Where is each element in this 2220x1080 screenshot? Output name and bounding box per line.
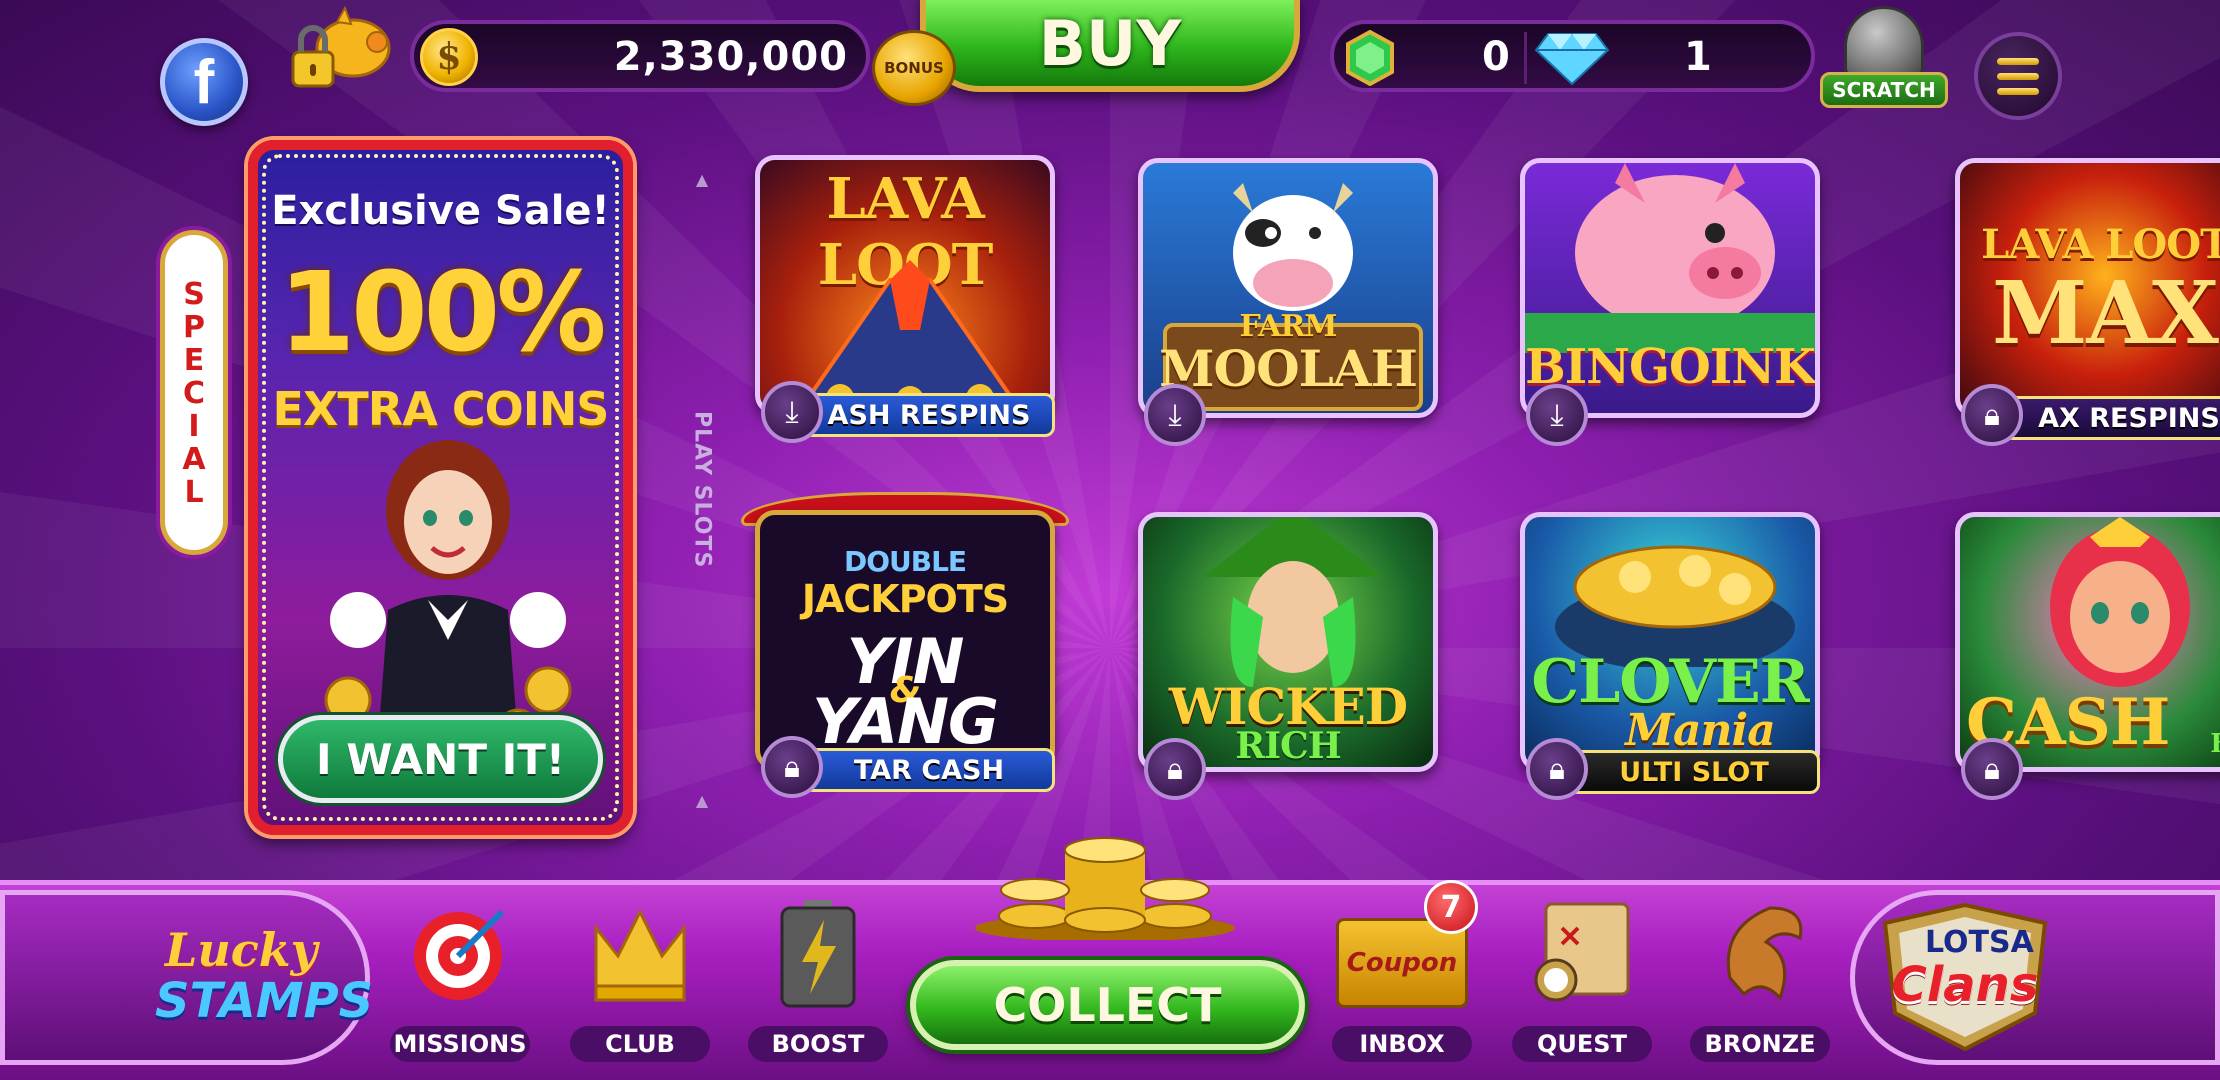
game-art: CLOVER Mania: [1520, 512, 1820, 772]
club-label: CLUB: [570, 1026, 710, 1062]
facebook-icon: f: [193, 47, 215, 117]
target-icon: [414, 909, 505, 1000]
quest-button[interactable]: QUEST: [1512, 898, 1652, 1068]
gem-divider: [1524, 32, 1527, 84]
piggy-bank-lock-icon[interactable]: [285, 6, 395, 98]
sale-title: Exclusive Sale!: [271, 188, 610, 234]
game-art: DOUBLE JACKPOTS YIN & YANG: [755, 510, 1055, 770]
game-tile-farm-moolah[interactable]: FARM MOOLAH ⤓: [1138, 158, 1438, 446]
game-tag: ULTI SLOT: [1568, 750, 1820, 794]
bronze-button[interactable]: BRONZE: [1690, 898, 1830, 1068]
battery-bolt-icon: [780, 900, 856, 1008]
lucky-stamps-line2: STAMPS: [155, 973, 374, 1029]
quest-label: QUEST: [1512, 1026, 1652, 1062]
witch-icon: [1203, 517, 1383, 687]
missions-button[interactable]: MISSIONS: [390, 898, 530, 1068]
hostess-illustration: [324, 440, 572, 740]
diamond-icon: [1534, 33, 1610, 86]
scratch-label: SCRATCH: [1820, 72, 1948, 108]
fairy-icon: [2050, 517, 2190, 687]
boost-label: BOOST: [748, 1026, 888, 1062]
special-ribbon: SPECIAL: [160, 230, 228, 555]
lock-icon[interactable]: 🔒︎: [1144, 738, 1206, 800]
menu-line: [1997, 87, 2039, 95]
club-button[interactable]: CLUB: [570, 898, 710, 1068]
coin-balance: 2,330,000: [613, 34, 848, 80]
lock-icon[interactable]: 🔒︎: [1961, 738, 2023, 800]
boost-button[interactable]: BOOST: [748, 898, 888, 1068]
treasure-map-icon: [1534, 902, 1630, 1002]
game-tag: AX RESPINS: [2003, 396, 2220, 440]
missions-label: MISSIONS: [390, 1026, 530, 1062]
menu-line: [1997, 72, 2039, 80]
inbox-label: INBOX: [1332, 1026, 1472, 1062]
lotsa-clans-button[interactable]: LOTSA Clans: [1850, 890, 2220, 1065]
play-slots-label: PLAY SLOTS: [689, 411, 715, 569]
top-bar: f $ 2,330,000 BUY BONUS 0 1 SCRATCH: [0, 0, 2220, 126]
lock-icon[interactable]: 🔒︎: [1526, 738, 1588, 800]
pot-of-gold-icon: [1555, 545, 1795, 667]
clans-label: Clans: [1891, 957, 2039, 1013]
scratch-button[interactable]: SCRATCH: [1820, 6, 1948, 110]
lock-icon: [1844, 6, 1924, 78]
game-art: FARM MOOLAH: [1138, 158, 1438, 418]
lucky-stamps-button[interactable]: Lucky STAMPS: [0, 890, 374, 1065]
game-title-line1: LAVA LOOT: [1981, 221, 2220, 268]
download-icon[interactable]: ⤓: [1526, 384, 1588, 446]
game-tile-cash-be[interactable]: CASH BE 🔒︎: [1955, 512, 2220, 800]
inbox-count-badge: 7: [1424, 880, 1478, 934]
gem-balance-bar[interactable]: 0 1: [1330, 20, 1815, 92]
download-icon[interactable]: ⤓: [1144, 384, 1206, 446]
lock-icon[interactable]: 🔒︎: [1961, 384, 2023, 446]
game-tile-yin-yang[interactable]: DOUBLE JACKPOTS YIN & YANG TAR CASH 🔒︎: [741, 492, 1069, 798]
exclusive-sale-card[interactable]: Exclusive Sale! 100% EXTRA COINS I WANT …: [248, 140, 633, 835]
dolphin-emblem-icon: [1726, 906, 1803, 1001]
sale-subtitle: EXTRA COINS: [272, 382, 610, 436]
collect-button[interactable]: COLLECT: [910, 960, 1305, 1050]
arrow-up-icon: ▲: [695, 170, 709, 189]
game-tile-lava-loot-max[interactable]: LAVA LOOT MAX AX RESPINS 🔒︎: [1955, 158, 2220, 446]
sale-percent: 100%: [278, 248, 607, 376]
arrow-down-icon: ▲: [695, 790, 709, 810]
game-tag: ASH RESPINS: [803, 393, 1055, 437]
game-title-line2: MAX: [1992, 263, 2219, 364]
game-art: WICKED RICH: [1138, 512, 1438, 772]
lotsa-label: LOTSA: [1925, 925, 2034, 960]
pig-icon: [1575, 163, 1775, 331]
lock-icon[interactable]: 🔒︎: [761, 736, 823, 798]
lucky-stamps-line1: Lucky: [165, 923, 318, 977]
buy-button[interactable]: BUY: [920, 0, 1300, 92]
game-art: CASH BE: [1955, 512, 2220, 772]
game-art: LAVA LOOT MAX: [1955, 158, 2220, 418]
game-tile-bingoink[interactable]: BINGOINK ⤓: [1520, 158, 1820, 446]
play-slots-divider: ▲ PLAY SLOTS ▲: [672, 170, 732, 810]
bronze-label: BRONZE: [1690, 1026, 1830, 1062]
coin-icon: $: [420, 28, 478, 86]
game-art: BINGOINK: [1520, 158, 1820, 418]
game-tile-lava-loot[interactable]: LAVA LOOT ASH RESPINS ⤓: [755, 155, 1055, 443]
facebook-button[interactable]: f: [160, 38, 248, 126]
hamburger-menu-button[interactable]: [1974, 32, 2062, 120]
game-title-line1: DOUBLE: [843, 545, 967, 578]
game-title-line2: JACKPOTS: [801, 577, 1009, 621]
game-tag: TAR CASH: [803, 748, 1055, 792]
bonus-button[interactable]: BONUS: [872, 30, 956, 106]
game-tile-clover-mania[interactable]: CLOVER Mania ULTI SLOT 🔒︎: [1520, 512, 1820, 800]
crown-icon: [594, 908, 686, 1002]
emerald-count: 0: [1482, 34, 1510, 80]
coin-pile-icon: [975, 837, 1235, 940]
special-ribbon-text: SPECIAL: [176, 277, 212, 508]
coin-balance-bar[interactable]: $ 2,330,000: [410, 20, 870, 92]
volcano-icon: [797, 260, 1023, 410]
game-tile-wicked-rich[interactable]: WICKED RICH 🔒︎: [1138, 512, 1438, 800]
cow-icon: [1233, 183, 1353, 311]
diamond-count: 1: [1684, 34, 1712, 80]
emerald-icon: [1346, 30, 1394, 86]
i-want-it-button[interactable]: I WANT IT!: [278, 715, 603, 803]
menu-line: [1997, 57, 2039, 65]
download-icon[interactable]: ⤓: [761, 381, 823, 443]
game-art: LAVA LOOT: [755, 155, 1055, 415]
